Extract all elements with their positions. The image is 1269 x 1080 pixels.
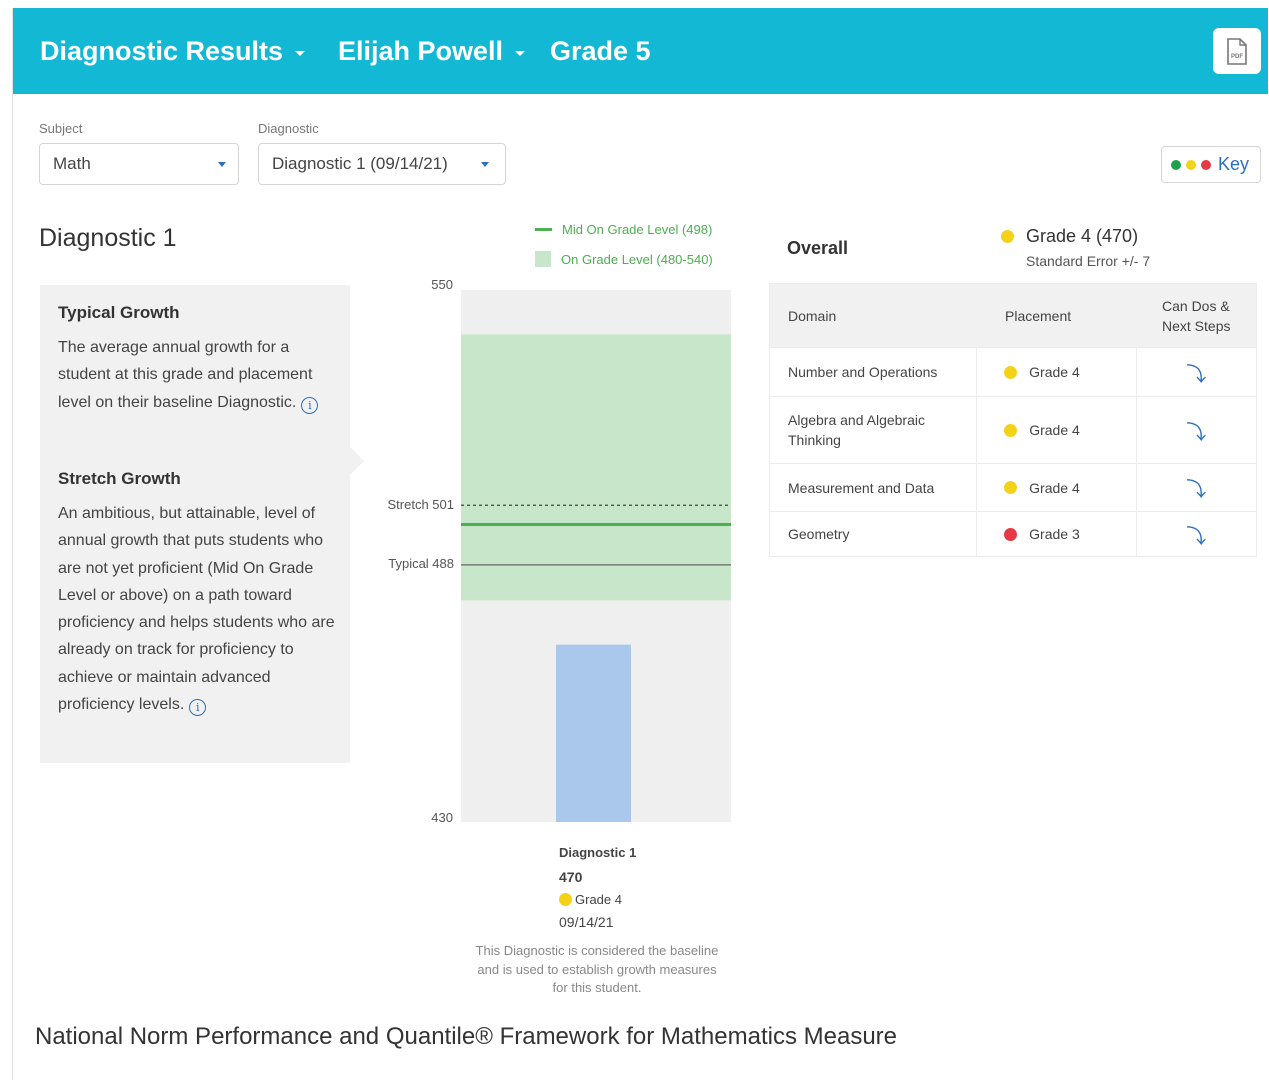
can-dos-link[interactable]: ⤵ xyxy=(1137,397,1256,463)
domain-table: Domain Placement Can Dos & Next Steps Nu… xyxy=(769,283,1257,557)
table-row: Number and Operations Grade 4 ⤵ xyxy=(770,348,1256,397)
standard-error: Standard Error +/- 7 xyxy=(1026,253,1151,269)
legend-line-swatch xyxy=(535,228,552,231)
bar-caption-title: Diagnostic 1 xyxy=(559,845,637,860)
table-row: Geometry Grade 3 ⤵ xyxy=(770,512,1256,556)
download-arrow-icon: ⤵ xyxy=(1186,421,1207,444)
domain-cell: Number and Operations xyxy=(770,348,978,396)
legend-band-swatch xyxy=(535,251,551,267)
legend-on-grade-label: On Grade Level (480-540) xyxy=(561,251,713,267)
panel-pointer xyxy=(350,447,364,475)
stretch-growth-heading: Stretch Growth xyxy=(58,469,181,488)
legend-mid-on-grade-label: Mid On Grade Level (498) xyxy=(562,222,713,237)
report-title: Diagnostic Results xyxy=(40,36,284,66)
yellow-dot-icon xyxy=(559,893,572,906)
yellow-dot-icon xyxy=(1001,230,1014,243)
domain-cell: Algebra and Algebraic Thinking xyxy=(770,397,978,463)
domain-cell: Measurement and Data xyxy=(770,464,978,511)
download-arrow-icon: ⤵ xyxy=(1186,363,1207,386)
table-row: Measurement and Data Grade 4 ⤵ xyxy=(770,464,1256,512)
diagnostic-value: Diagnostic 1 (09/14/21) xyxy=(272,154,448,173)
legend-mid-on-grade: Mid On Grade Level (498) xyxy=(535,222,712,237)
placement-cell: Grade 4 xyxy=(977,397,1137,463)
typical-growth-heading: Typical Growth xyxy=(58,303,180,322)
typical-growth-body: The average annual growth for a student … xyxy=(58,339,313,411)
bar-caption-placement: Grade 4 xyxy=(559,892,622,907)
can-dos-link[interactable]: ⤵ xyxy=(1137,512,1256,556)
chevron-down-icon xyxy=(481,162,489,167)
placement-text: Grade 4 xyxy=(1029,364,1080,380)
growth-chart xyxy=(461,290,731,822)
yellow-dot-icon xyxy=(1004,423,1018,437)
placement-text: Grade 3 xyxy=(1029,526,1080,542)
bar-caption-score: 470 xyxy=(559,869,583,885)
yellow-dot-icon xyxy=(1004,481,1018,494)
placement-text: Grade 4 xyxy=(1029,479,1080,496)
stretch-growth-body: An ambitious, but attainable, level of a… xyxy=(58,505,335,714)
pdf-icon: PDF xyxy=(1227,37,1247,65)
placement-cell: Grade 4 xyxy=(977,348,1137,396)
chevron-down-icon xyxy=(515,51,526,56)
diagnostic-label: Diagnostic xyxy=(258,121,319,136)
report-title-dropdown[interactable]: Diagnostic Results xyxy=(40,36,306,67)
placement-cell: Grade 3 xyxy=(977,512,1137,556)
norms-section-title: National Norm Performance and Quantile® … xyxy=(35,1023,898,1050)
red-dot-icon xyxy=(1004,527,1018,541)
baseline-note: This Diagnostic is considered the baseli… xyxy=(475,943,719,995)
subject-value: Math xyxy=(53,154,91,173)
growth-info-panel: Typical Growth The average annual growth… xyxy=(40,285,364,763)
bar-caption-date: 09/14/21 xyxy=(559,914,614,930)
overall-placement: Grade 4 (470) xyxy=(1001,226,1138,247)
overall-placement-text: Grade 4 (470) xyxy=(1026,226,1139,246)
legend-on-grade: On Grade Level (480-540) xyxy=(535,251,713,267)
chevron-down-icon xyxy=(218,162,226,167)
key-label: Key xyxy=(1218,154,1250,174)
info-icon[interactable]: i xyxy=(301,396,319,414)
student-name: Elijah Powell xyxy=(338,36,504,66)
top-bar: Diagnostic Results Elijah Powell Grade 5… xyxy=(13,8,1268,94)
column-header-domain: Domain xyxy=(788,307,837,324)
subject-select[interactable]: Math xyxy=(39,143,239,185)
app-frame: Diagnostic Results Elijah Powell Grade 5… xyxy=(12,8,1268,1080)
table-header-row: Domain Placement Can Dos & Next Steps xyxy=(770,284,1256,348)
download-arrow-icon: ⤵ xyxy=(1186,479,1207,501)
subject-label: Subject xyxy=(39,121,83,136)
grade-label: Grade 5 xyxy=(550,36,651,66)
overall-label: Overall xyxy=(787,238,849,258)
placement-text: Grade 4 xyxy=(1029,422,1080,438)
stretch-growth-text: An ambitious, but attainable, level of a… xyxy=(58,500,338,718)
domain-cell: Geometry xyxy=(770,512,978,556)
green-dot-icon xyxy=(1171,159,1181,170)
red-dot-icon xyxy=(1201,159,1211,170)
score-bar[interactable] xyxy=(556,644,631,822)
can-dos-link[interactable]: ⤵ xyxy=(1137,348,1256,396)
yellow-dot-icon xyxy=(1004,365,1018,379)
pdf-icon-text: PDF xyxy=(1231,54,1243,60)
can-dos-link[interactable]: ⤵ xyxy=(1137,464,1256,511)
info-icon[interactable]: i xyxy=(189,699,207,717)
pdf-download-button[interactable]: PDF xyxy=(1213,28,1261,74)
key-button[interactable]: Key xyxy=(1161,146,1261,183)
student-dropdown[interactable]: Elijah Powell xyxy=(338,36,526,67)
bar-caption-placement-text: Grade 4 xyxy=(575,892,622,907)
section-title: Diagnostic 1 xyxy=(39,224,177,252)
diagnostic-select[interactable]: Diagnostic 1 (09/14/21) xyxy=(258,143,506,185)
yellow-dot-icon xyxy=(1186,159,1196,170)
column-header-placement: Placement xyxy=(1005,307,1072,324)
table-row: Algebra and Algebraic Thinking Grade 4 ⤵ xyxy=(770,397,1256,464)
on-grade-band xyxy=(461,334,731,601)
download-arrow-icon: ⤵ xyxy=(1186,525,1207,548)
column-header-can-dos: Can Dos & Next Steps xyxy=(1162,297,1231,334)
chevron-down-icon xyxy=(295,51,306,56)
placement-cell: Grade 4 xyxy=(977,464,1137,511)
typical-growth-text: The average annual growth for a student … xyxy=(58,334,338,416)
